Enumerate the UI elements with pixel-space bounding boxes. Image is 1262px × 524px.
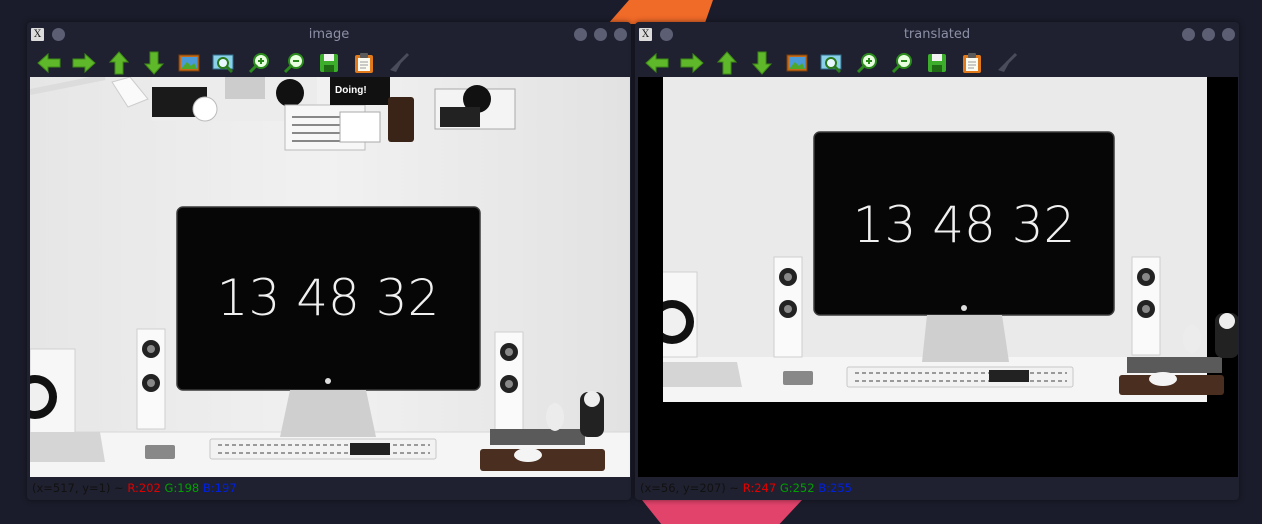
zoom-fit-icon[interactable] [212, 51, 236, 75]
maximize-button[interactable] [594, 28, 607, 41]
status-r: R:247 [742, 481, 777, 495]
minimize-button[interactable] [1182, 28, 1195, 41]
doing-sign: Doing! [335, 85, 367, 96]
close-button[interactable] [1222, 28, 1235, 41]
maximize-button[interactable] [1202, 28, 1215, 41]
zoom-fit-icon[interactable] [820, 51, 844, 75]
background-orange-shape [608, 0, 713, 24]
status-g: G:198 [164, 481, 200, 495]
background-pink-shape [642, 500, 802, 524]
arrow-up-icon[interactable] [107, 51, 131, 75]
arrow-left-icon[interactable] [37, 51, 61, 75]
status-b: B:197 [202, 481, 237, 495]
arrow-down-icon[interactable] [750, 51, 774, 75]
toolbar [27, 48, 631, 78]
zoom-in-icon[interactable] [855, 51, 879, 75]
image-icon[interactable] [177, 51, 201, 75]
save-icon[interactable] [925, 51, 949, 75]
monitor-clock-text: 13 48 32 [217, 269, 440, 327]
status-b: B:255 [818, 481, 852, 495]
arrow-up-icon[interactable] [715, 51, 739, 75]
status-bar: (x=517, y=1) ~ R:202 G:198 B:197 [32, 481, 237, 495]
image-icon[interactable] [785, 51, 809, 75]
image-canvas[interactable]: 13 48 32 [638, 77, 1238, 477]
save-icon[interactable] [317, 51, 341, 75]
window-title: translated [903, 27, 971, 42]
status-coords: (x=56, y=207) ~ [640, 481, 740, 495]
desk-photo: Doing! 13 48 32 [30, 77, 630, 477]
translated-window[interactable]: X translated 13 48 32 (x=56, y=207) ~ R:… [635, 22, 1239, 500]
brush-icon[interactable] [387, 51, 411, 75]
image-window[interactable]: X image Doing! 13 48 32 (x=517, y=1) ~ R… [27, 22, 631, 500]
status-bar: (x=56, y=207) ~ R:247 G:252 B:255 [640, 481, 852, 495]
translated-desk-photo: 13 48 32 [638, 77, 1238, 477]
toolbar [635, 48, 1239, 78]
zoom-in-icon[interactable] [247, 51, 271, 75]
image-canvas[interactable]: Doing! 13 48 32 [30, 77, 630, 477]
zoom-out-icon[interactable] [282, 51, 306, 75]
arrow-down-icon[interactable] [142, 51, 166, 75]
zoom-out-icon[interactable] [890, 51, 914, 75]
status-g: G:252 [779, 481, 815, 495]
titlebar[interactable]: X image [27, 22, 631, 48]
arrow-right-icon[interactable] [680, 51, 704, 75]
clipboard-icon[interactable] [960, 51, 984, 75]
minimize-button[interactable] [574, 28, 587, 41]
monitor-clock-text: 13 48 32 [853, 196, 1076, 254]
close-button[interactable] [614, 28, 627, 41]
brush-icon[interactable] [995, 51, 1019, 75]
status-r: R:202 [127, 481, 161, 495]
arrow-left-icon[interactable] [645, 51, 669, 75]
window-title: image [308, 27, 350, 42]
titlebar[interactable]: X translated [635, 22, 1239, 48]
status-coords: (x=517, y=1) ~ [32, 481, 124, 495]
arrow-right-icon[interactable] [72, 51, 96, 75]
clipboard-icon[interactable] [352, 51, 376, 75]
